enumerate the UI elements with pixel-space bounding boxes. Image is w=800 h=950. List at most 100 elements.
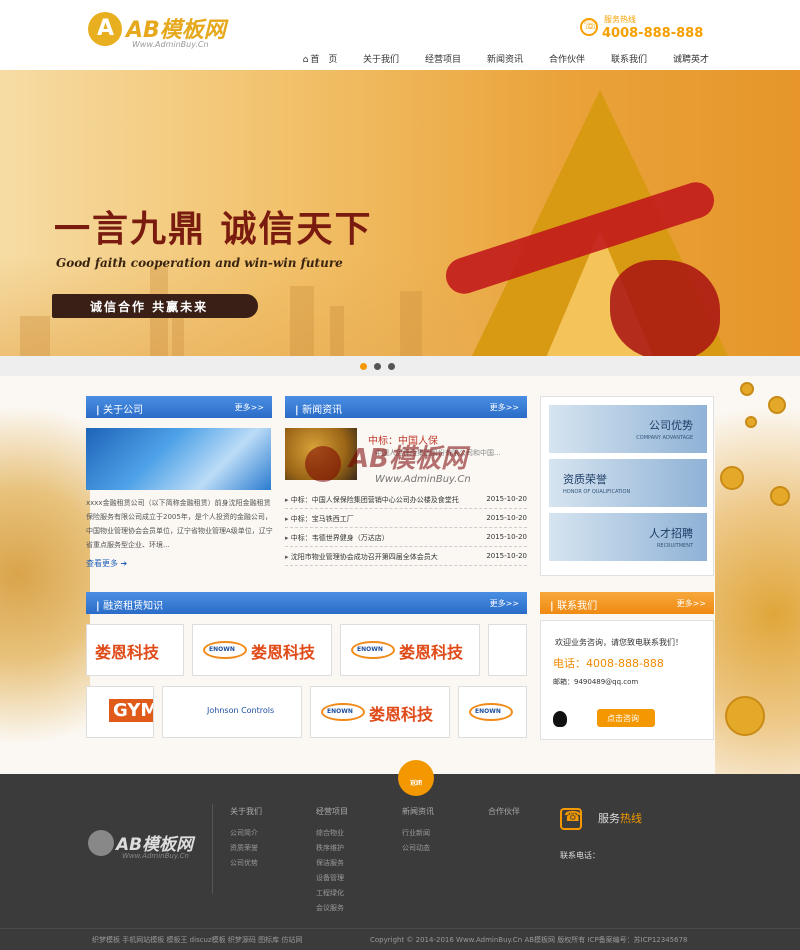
- footer-col-title[interactable]: 合作伙伴: [488, 806, 520, 817]
- news-row-title: 中标：中国人保保险集团营销中心公司办公楼及食堂托: [285, 495, 459, 505]
- partner-logo[interactable]: 娄恩科技: [86, 624, 184, 676]
- arrow-right-icon: ➔: [120, 559, 128, 568]
- about-read-more-link[interactable]: 查看更多 ➔: [86, 558, 127, 569]
- about-more-link[interactable]: 更多>>: [235, 402, 264, 413]
- news-row[interactable]: 沈阳市物业管理协会成功召开第四届全体会员大 2015-10-20: [285, 547, 527, 566]
- about-title: 关于公司: [96, 401, 143, 416]
- consult-button-label: 点击咨询: [607, 714, 639, 723]
- slider-dot-1[interactable]: [360, 363, 367, 370]
- footer-col-title[interactable]: 经营项目: [316, 806, 348, 817]
- qq-icon[interactable]: [553, 711, 567, 727]
- footer-link[interactable]: 公司动态: [402, 841, 434, 856]
- advantage-subtitle: RECRUITMENT: [656, 543, 693, 549]
- footer-col-about: 关于我们 公司简介 资质荣誉 公司优势: [230, 806, 262, 871]
- site-footer: 返回 TOP AB模板网 Www.AdminBuy.Cn 关于我们 公司简介 资质…: [0, 760, 800, 950]
- nav-item-news[interactable]: 新闻资讯: [474, 52, 536, 68]
- partner-brand-name: 娄恩科技: [369, 705, 434, 724]
- back-to-top-text-en: TOP: [409, 780, 422, 787]
- news-row[interactable]: 中标：宝马铁西工厂 2015-10-20: [285, 509, 527, 528]
- footer-link[interactable]: 公司优势: [230, 856, 262, 871]
- enown-logo-icon: ENOWN: [203, 641, 247, 659]
- logo-subtext: Www.AdminBuy.Cn: [132, 40, 209, 49]
- about-header: 关于公司 更多>>: [86, 396, 272, 418]
- contact-more-link[interactable]: 更多>>: [677, 598, 706, 609]
- news-more-link[interactable]: 更多>>: [490, 402, 519, 413]
- footer-col-news: 新闻资讯 行业新闻 公司动态: [402, 806, 434, 856]
- footer-link[interactable]: 保洁服务: [316, 856, 348, 871]
- footer-link[interactable]: 设备管理: [316, 871, 348, 886]
- nav-item-projects[interactable]: 经营项目: [412, 52, 474, 68]
- logo-mark-icon: [88, 12, 122, 46]
- contact-phone: 电话：4008-888-888: [553, 657, 664, 670]
- slider-dots: [0, 356, 800, 376]
- coin-icon: [745, 416, 757, 428]
- service-phone-label: 联系电话：: [560, 851, 600, 860]
- advantage-card[interactable]: 资质荣誉 HONOR OF QUALIFICATION: [549, 459, 707, 507]
- advantage-card[interactable]: 人才招聘 RECRUITMENT: [549, 513, 707, 561]
- footer-link[interactable]: 资质荣誉: [230, 841, 262, 856]
- footer-link[interactable]: 秩序维护: [316, 841, 348, 856]
- partner-logo[interactable]: ENOWN 娄恩科技: [192, 624, 332, 676]
- contact-title: 联系我们: [550, 597, 597, 612]
- coin-icon: [720, 466, 744, 490]
- nav-item-careers[interactable]: 诚聘英才: [660, 52, 722, 68]
- footer-link[interactable]: 会议服务: [316, 901, 348, 916]
- skyline-tower: [400, 291, 422, 356]
- banner-badge: 诚信合作 共赢未来: [52, 294, 258, 318]
- service-phone-icon: [560, 808, 582, 830]
- gold-decor-left: [0, 376, 90, 774]
- nav-item-about[interactable]: 关于我们: [350, 52, 412, 68]
- back-to-top-button[interactable]: 返回 TOP: [398, 760, 434, 796]
- watermark-subtext: Www.AdminBuy.Cn: [375, 474, 471, 485]
- partner-logo[interactable]: ENOWN 娄恩科技: [340, 624, 480, 676]
- partner-logo[interactable]: ENOWN 娄恩科技: [310, 686, 450, 738]
- slider-dot-3[interactable]: [388, 363, 395, 370]
- site-header: AB模板网 Www.AdminBuy.Cn 服务热线 4008-888-888 …: [0, 0, 800, 70]
- advantage-subtitle: COMPANY ADVANTAGE: [636, 435, 693, 441]
- nav-item-partners[interactable]: 合作伙伴: [536, 52, 598, 68]
- footer-link[interactable]: 工程绿化: [316, 886, 348, 901]
- nav-label: 首 页: [310, 55, 338, 65]
- watermark-text: AB模板网: [349, 444, 467, 474]
- advantage-card[interactable]: 公司优势 COMPANY ADVANTAGE: [549, 405, 707, 453]
- slider-dot-2[interactable]: [374, 363, 381, 370]
- partner-logo[interactable]: ENOWN: [458, 686, 527, 738]
- footer-link[interactable]: 行业新闻: [402, 826, 434, 841]
- partner-logo[interactable]: Johnson Controls: [162, 686, 302, 738]
- footer-bottom-bar: 织梦模板 手机网站模板 模板王 discuz模板 织梦源码 图标库 仿站网 Co…: [0, 928, 800, 950]
- coin-icon: [740, 382, 754, 396]
- footer-link[interactable]: 公司简介: [230, 826, 262, 841]
- enown-logo-icon: ENOWN: [351, 641, 395, 659]
- service-title: 服务热线: [598, 810, 642, 826]
- coin-icon: [725, 696, 765, 736]
- contact-box: 欢迎业务咨询，请您致电联系我们！ 电话：4008-888-888 邮箱：9490…: [540, 620, 714, 740]
- footer-friend-links[interactable]: 织梦模板 手机网站模板 模板王 discuz模板 织梦源码 图标库 仿站网: [92, 935, 302, 945]
- contact-header: 联系我们 更多>>: [540, 592, 714, 614]
- hotline-number: 4008-888-888: [602, 26, 704, 41]
- nav-item-home[interactable]: ⌂ 首 页: [290, 52, 350, 68]
- back-to-top-label: 返回 TOP: [398, 770, 434, 787]
- watermark: AB模板网 Www.AdminBuy.Cn: [305, 438, 495, 493]
- phone-icon: [580, 18, 598, 36]
- partner-logo[interactable]: [488, 624, 527, 676]
- news-row-title: 中标：宝马铁西工厂: [285, 514, 354, 524]
- footer-link[interactable]: 综合物业: [316, 826, 348, 841]
- enown-logo-text: ENOWN: [475, 708, 501, 715]
- news-row[interactable]: 中标：韦德世界健身（万达店） 2015-10-20: [285, 528, 527, 547]
- consult-button[interactable]: 点击咨询: [597, 709, 655, 727]
- partner-logo[interactable]: GYM: [86, 686, 154, 738]
- partners-more-link[interactable]: 更多>>: [490, 598, 519, 609]
- home-icon: ⌂: [302, 55, 309, 65]
- coin-icon: [770, 486, 790, 506]
- hero-banner[interactable]: 一言九鼎 诚信天下 Good faith cooperation and win…: [0, 70, 800, 356]
- enown-logo-icon: ENOWN: [469, 703, 513, 721]
- advantages-box: 公司优势 COMPANY ADVANTAGE 资质荣誉 HONOR OF QUA…: [540, 396, 714, 576]
- banner-badge-text: 诚信合作 共赢未来: [90, 300, 209, 314]
- footer-col-title[interactable]: 新闻资讯: [402, 806, 434, 817]
- advantage-title: 资质荣誉: [563, 473, 607, 486]
- footer-col-title[interactable]: 关于我们: [230, 806, 262, 817]
- partner-brand-name: 娄恩科技: [95, 643, 160, 662]
- main-content: 关于公司 更多>> xxxx金融租赁公司（以下简称金融租赁）前身沈阳金融租赁保险…: [0, 376, 800, 774]
- nav-item-contact[interactable]: 联系我们: [598, 52, 660, 68]
- skyline-tower: [290, 286, 314, 356]
